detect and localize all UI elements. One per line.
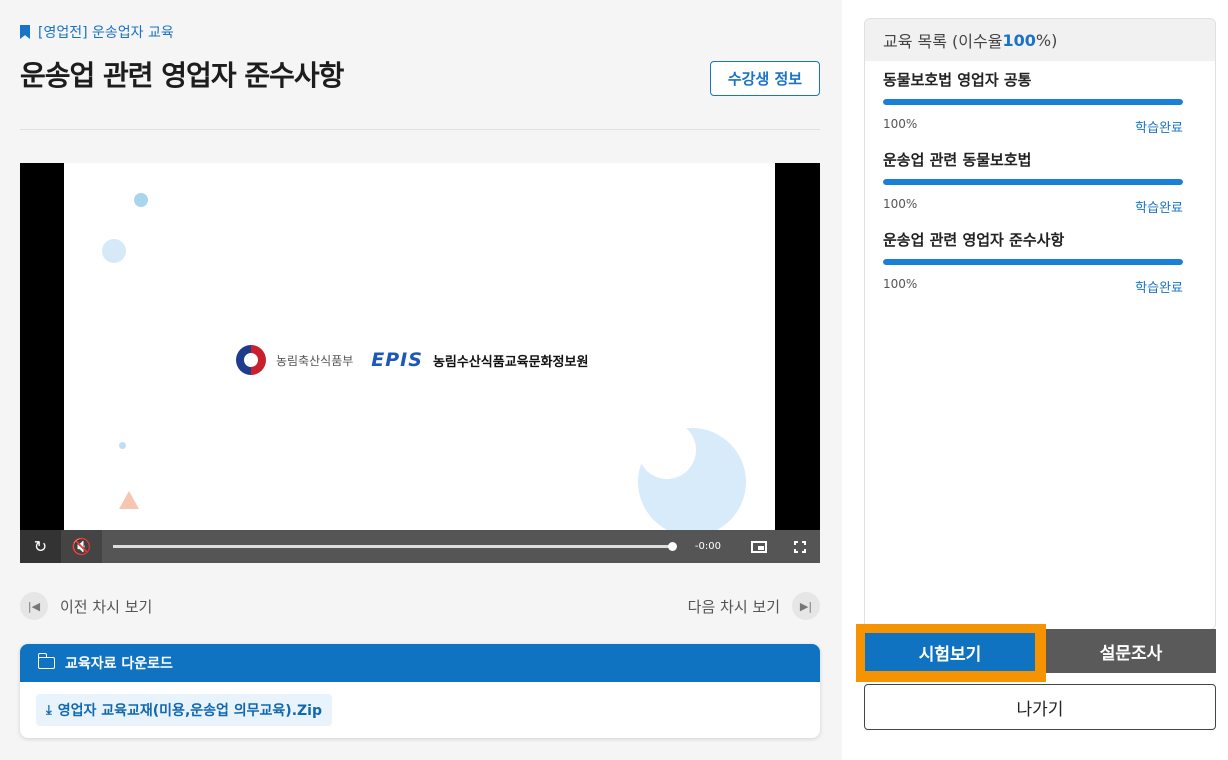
time-display: -0:00 xyxy=(694,541,721,552)
decorative-circle xyxy=(638,421,696,479)
skip-next-icon: ▶| xyxy=(792,592,820,620)
next-lesson-label: 다음 차시 보기 xyxy=(687,597,780,616)
video-controls: ↻ 🔇 -0:00 xyxy=(20,530,820,563)
progress-knob[interactable] xyxy=(667,542,677,551)
student-info-button[interactable]: 수강생 정보 xyxy=(710,61,820,96)
epis-name: 농림수산식품교육문화정보원 xyxy=(432,354,589,370)
video-progress-bar[interactable] xyxy=(112,542,677,551)
download-panel: 교육자료 다운로드 ⤓ 영업자 교육교재(미용,운송업 의무교육).Zip xyxy=(20,644,820,738)
bookmark-icon xyxy=(20,25,30,39)
course-item-name: 운송업 관련 동물보호법 xyxy=(883,151,1032,169)
course-list-title: 교육 목록 (이수율 xyxy=(883,32,1003,51)
folder-icon xyxy=(37,653,55,669)
download-header-label: 교육자료 다운로드 xyxy=(65,656,173,672)
course-progress-bar xyxy=(883,99,1183,105)
breadcrumb-label: [영업전] 운송업자 교육 xyxy=(38,25,174,41)
decorative-dot xyxy=(134,193,148,207)
exam-highlight: 시험보기 xyxy=(856,624,1046,682)
fullscreen-icon[interactable] xyxy=(779,530,820,563)
exit-button[interactable]: 나가기 xyxy=(864,684,1216,730)
divider xyxy=(20,129,820,130)
decorative-dot xyxy=(102,239,126,263)
course-progress-value: 100% xyxy=(883,117,918,131)
ministry-name: 농림축산식품부 xyxy=(276,353,354,368)
course-status: 학습완료 xyxy=(1135,121,1183,136)
mute-icon[interactable]: 🔇 xyxy=(60,530,102,563)
video-player[interactable]: 농림축산식품부 EPIS 농림수산식품교육문화정보원 ↻ 🔇 -0:00 xyxy=(20,163,820,563)
course-item[interactable]: 운송업 관련 영업자 준수사항 100% 학습완료 xyxy=(865,221,1215,301)
download-file-link[interactable]: ⤓ 영업자 교육교재(미용,운송업 의무교육).Zip xyxy=(36,694,332,726)
prev-lesson-label: 이전 차시 보기 xyxy=(60,597,153,616)
download-file-name: 영업자 교육교재(미용,운송업 의무교육).Zip xyxy=(57,703,322,719)
survey-button[interactable]: 설문조사 xyxy=(1046,629,1216,673)
logo-group: 농림축산식품부 EPIS 농림수산식품교육문화정보원 xyxy=(236,345,588,375)
course-list: 교육 목록 (이수율 100%) 동물보호법 영업자 공통 100% 학습완료 … xyxy=(864,18,1216,630)
course-progress-bar xyxy=(883,179,1183,185)
epis-logo: EPIS xyxy=(371,349,423,371)
exam-button[interactable]: 시험보기 xyxy=(865,633,1035,671)
breadcrumb: [영업전] 운송업자 교육 xyxy=(20,22,174,42)
download-header: 교육자료 다운로드 xyxy=(20,644,820,682)
decorative-dot xyxy=(119,442,126,449)
picture-in-picture-icon[interactable] xyxy=(738,530,779,563)
course-progress-value: 100% xyxy=(883,277,918,291)
video-frame: 농림축산식품부 EPIS 농림수산식품교육문화정보원 xyxy=(64,163,775,530)
course-progress-bar xyxy=(883,259,1183,265)
ministry-logo-icon xyxy=(236,345,266,375)
course-status: 학습완료 xyxy=(1135,281,1183,296)
page-title: 운송업 관련 영업자 준수사항 xyxy=(20,59,344,92)
course-item[interactable]: 운송업 관련 동물보호법 100% 학습완료 xyxy=(865,141,1215,221)
course-item-name: 동물보호법 영업자 공통 xyxy=(883,71,1032,89)
course-list-header: 교육 목록 (이수율 100%) xyxy=(865,19,1215,61)
decorative-triangle xyxy=(119,491,139,509)
download-icon: ⤓ xyxy=(46,702,52,718)
replay-icon[interactable]: ↻ xyxy=(20,530,61,563)
course-progress-value: 100% xyxy=(883,197,918,211)
prev-lesson-button[interactable]: |◀ 이전 차시 보기 xyxy=(20,592,152,620)
course-list-suffix: %) xyxy=(1035,30,1058,50)
course-item[interactable]: 동물보호법 영업자 공통 100% 학습완료 xyxy=(865,61,1215,141)
skip-previous-icon: |◀ xyxy=(20,592,48,620)
course-item-name: 운송업 관련 영업자 준수사항 xyxy=(883,231,1065,249)
course-status: 학습완료 xyxy=(1135,201,1183,216)
main-content: [영업전] 운송업자 교육 운송업 관련 영업자 준수사항 수강생 정보 농림축… xyxy=(0,0,842,760)
next-lesson-button[interactable]: 다음 차시 보기 ▶| xyxy=(688,592,820,620)
completion-rate: 100 xyxy=(1002,30,1036,50)
